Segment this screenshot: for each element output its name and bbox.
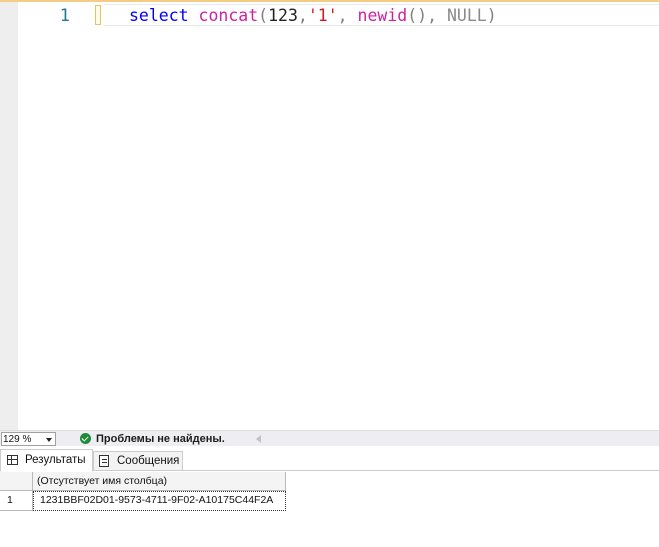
text-cursor-marker	[95, 5, 101, 25]
grid-icon	[7, 455, 18, 465]
line-number: 1	[59, 6, 70, 26]
results-tabs: Результаты Сообщения	[0, 447, 659, 472]
token-string: '1'	[307, 6, 338, 25]
code-line-1[interactable]: select concat(123,'1', newid(), NULL)	[129, 5, 497, 27]
scroll-left-arrow-icon[interactable]	[256, 435, 261, 443]
tab-messages[interactable]: Сообщения	[93, 451, 183, 471]
result-cell[interactable]: 1231BBF02D01-9573-4711-9F02-A10175C44F2A	[33, 491, 286, 511]
tab-results-label: Результаты	[25, 454, 86, 466]
token-number: 123	[268, 6, 298, 25]
results-grid[interactable]: (Отсутствует имя столбца) 1 1231BBF02D01…	[0, 472, 286, 512]
grid-corner-cell[interactable]	[0, 472, 33, 491]
query-editor[interactable]: 1 select concat(123,'1', newid(), NULL)	[0, 2, 659, 430]
zoom-value: 129 %	[3, 434, 32, 445]
column-header[interactable]: (Отсутствует имя столбца)	[33, 472, 286, 491]
chevron-down-icon	[46, 438, 52, 442]
results-pane: Результаты Сообщения (Отсутствует имя ст…	[0, 447, 659, 547]
editor-status-bar: 129 % Проблемы не найдены.	[0, 430, 659, 446]
editor-left-margin	[0, 2, 18, 430]
token-function-newid: newid	[357, 6, 408, 25]
messages-icon	[99, 455, 109, 467]
tab-results[interactable]: Результаты	[0, 449, 93, 472]
token-keyword-select: select	[129, 6, 189, 25]
row-header[interactable]: 1	[0, 491, 33, 511]
issues-status-text[interactable]: Проблемы не найдены.	[96, 432, 225, 446]
token-null: NULL	[446, 6, 487, 25]
token-function-concat: concat	[198, 6, 259, 25]
tab-messages-label: Сообщения	[117, 455, 180, 467]
check-circle-icon	[80, 433, 91, 444]
zoom-dropdown[interactable]: 129 %	[1, 432, 56, 446]
